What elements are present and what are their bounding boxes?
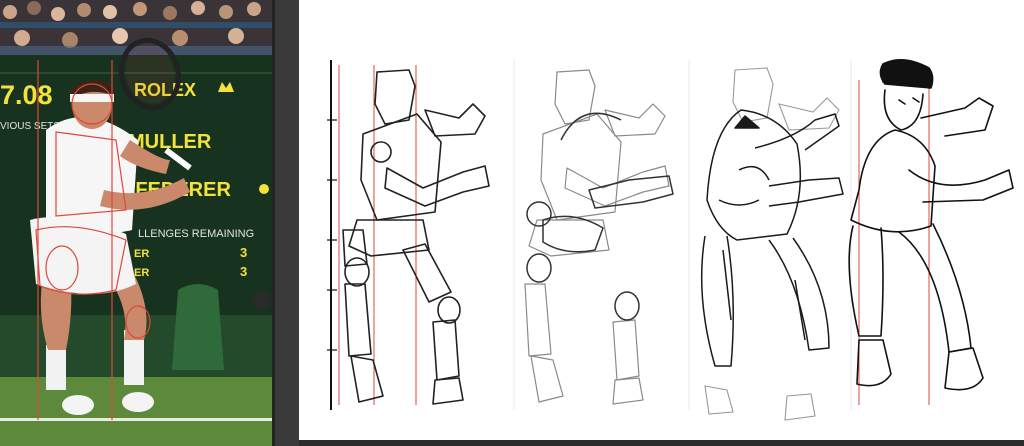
inked-figure-stage-4 xyxy=(848,59,1014,405)
anatomy-figure-stage-3 xyxy=(700,67,844,421)
construction-figure-stage-2 xyxy=(524,69,674,405)
sketch-sheet xyxy=(327,59,1014,421)
drawing-canvas xyxy=(299,0,1024,440)
crowd xyxy=(0,1,272,55)
reference-photo-panel: 7.08 ROLEX VIOUS SETS MULLER V r FEDERER… xyxy=(0,0,272,446)
scoreboard-challenge-p2-count: 3 xyxy=(240,264,247,279)
scoreboard-challenge-p1-count: 3 xyxy=(240,245,247,260)
scoreboard-challenge-p1: ER xyxy=(134,248,149,260)
scoreboard-challenges: LLENGES REMAINING xyxy=(138,228,254,240)
panel-divider xyxy=(272,0,299,446)
scoreboard-challenge-p2: ER xyxy=(134,267,149,279)
serve-indicator xyxy=(259,184,269,194)
cameraman xyxy=(172,284,224,370)
construction-figure-stage-1 xyxy=(327,60,490,410)
reference-photo: 7.08 ROLEX VIOUS SETS MULLER V r FEDERER… xyxy=(0,0,272,446)
scoreboard-score: 7.08 xyxy=(0,80,53,110)
